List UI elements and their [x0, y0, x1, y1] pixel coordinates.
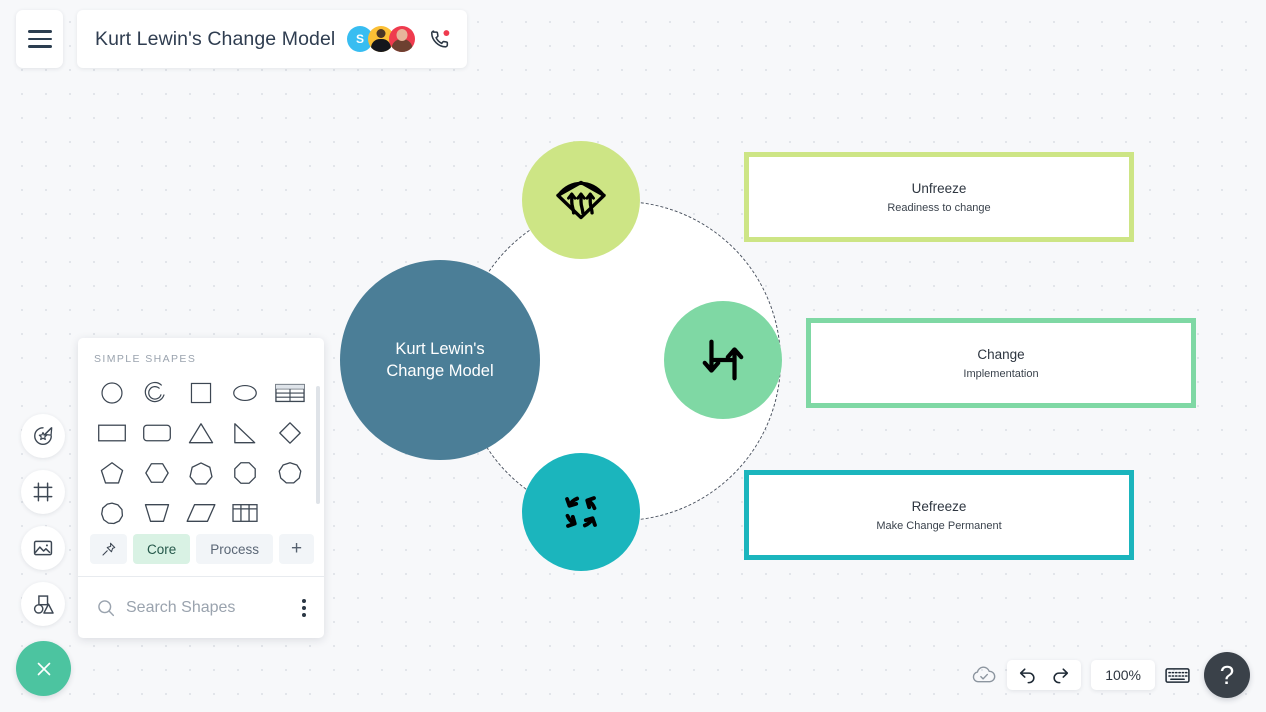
undo-redo-group [1007, 660, 1082, 690]
collaborator-list: S [347, 26, 453, 52]
shapes-button[interactable] [21, 582, 65, 626]
kebab-menu-icon[interactable] [298, 595, 310, 621]
phone-call-icon[interactable] [427, 26, 453, 52]
close-x-icon [37, 662, 50, 675]
shape-grid-table[interactable] [223, 496, 267, 529]
shapes-panel[interactable]: SIMPLE SHAPES Core Process + Search Shap… [78, 338, 324, 638]
shape-parallelogram[interactable] [179, 496, 223, 529]
cloud-saved-icon[interactable] [971, 664, 997, 686]
card-change-title: Change [977, 346, 1025, 362]
shape-circle[interactable] [90, 376, 134, 409]
shape-square[interactable] [179, 376, 223, 409]
keyboard-icon [1165, 667, 1190, 683]
card-change[interactable]: Change Implementation [806, 318, 1196, 408]
shape-rounded-rectangle[interactable] [134, 416, 178, 449]
shape-octagon[interactable] [223, 456, 267, 489]
card-change-subtitle: Implementation [963, 367, 1039, 380]
node-refreeze[interactable] [522, 453, 640, 571]
image-icon [33, 540, 53, 556]
defrost-icon [556, 180, 606, 220]
shape-nonagon[interactable] [268, 456, 312, 489]
recycle-loop-icon [565, 496, 597, 528]
collaborator-avatar-3[interactable] [389, 26, 415, 52]
shape-grid [78, 365, 324, 529]
shape-arc[interactable] [134, 376, 178, 409]
node-change[interactable] [664, 301, 782, 419]
shape-ellipse[interactable] [223, 376, 267, 409]
bottom-status-bar: 100% ? [971, 652, 1250, 698]
image-button[interactable] [21, 526, 65, 570]
shape-table-striped[interactable] [268, 376, 312, 409]
shape-hexagon[interactable] [134, 456, 178, 489]
undo-icon [1020, 667, 1035, 683]
card-unfreeze-title: Unfreeze [911, 180, 967, 196]
help-button[interactable]: ? [1204, 652, 1250, 698]
hub-line-1: Kurt Lewin's [395, 339, 485, 358]
shape-search-row[interactable]: Search Shapes [78, 577, 324, 638]
magic-star-icon [34, 427, 53, 445]
hamburger-menu-button[interactable] [16, 10, 63, 68]
shape-decagon[interactable] [90, 496, 134, 529]
zoom-level[interactable]: 100% [1091, 660, 1155, 690]
shape-trapezoid[interactable] [134, 496, 178, 529]
search-input[interactable]: Search Shapes [126, 599, 235, 617]
node-unfreeze[interactable] [522, 141, 640, 259]
card-refreeze-subtitle: Make Change Permanent [876, 519, 1002, 532]
hub-node-kurt-lewin[interactable]: Kurt Lewin's Change Model [340, 260, 540, 460]
tab-pinned[interactable] [90, 534, 127, 564]
redo-icon [1053, 667, 1069, 683]
hub-line-2: Change Model [386, 362, 494, 380]
zigzag-arrows-icon [702, 339, 744, 381]
card-unfreeze-subtitle: Readiness to change [887, 201, 991, 214]
card-refreeze-title: Refreeze [911, 498, 967, 514]
page-title[interactable]: Kurt Lewin's Change Model [95, 28, 335, 51]
close-panel-button[interactable] [16, 641, 71, 696]
hamburger-menu-icon [27, 30, 52, 48]
search-icon [98, 599, 115, 616]
frame-button[interactable] [21, 470, 65, 514]
shape-triangle[interactable] [179, 416, 223, 449]
shapes-panel-scrollbar[interactable] [316, 386, 320, 504]
shapes-icon [33, 594, 54, 614]
shape-heptagon[interactable] [179, 456, 223, 489]
shapes-panel-heading: SIMPLE SHAPES [94, 353, 197, 365]
magic-star-button[interactable] [21, 414, 65, 458]
canvas-workspace[interactable]: Kurt Lewin's Change Model S SIMPLE SHAPE… [0, 0, 1266, 712]
shape-pentagon[interactable] [90, 456, 134, 489]
shape-diamond[interactable] [268, 416, 312, 449]
keyboard-shortcuts-button[interactable] [1165, 666, 1190, 685]
undo-button[interactable] [1018, 666, 1037, 685]
document-title-bar: Kurt Lewin's Change Model S [77, 10, 467, 68]
add-category-button[interactable]: + [279, 534, 315, 564]
tab-process[interactable]: Process [196, 534, 274, 564]
pin-icon [102, 542, 116, 556]
shape-rectangle[interactable] [90, 416, 134, 449]
left-tool-rail [21, 414, 65, 626]
card-unfreeze[interactable]: Unfreeze Readiness to change [744, 152, 1134, 242]
shape-category-tabs: Core Process + [78, 534, 324, 564]
tab-core[interactable]: Core [133, 534, 191, 564]
card-refreeze[interactable]: Refreeze Make Change Permanent [744, 470, 1134, 560]
redo-button[interactable] [1051, 666, 1070, 685]
shape-right-triangle[interactable] [223, 416, 267, 449]
frame-icon [33, 482, 53, 502]
